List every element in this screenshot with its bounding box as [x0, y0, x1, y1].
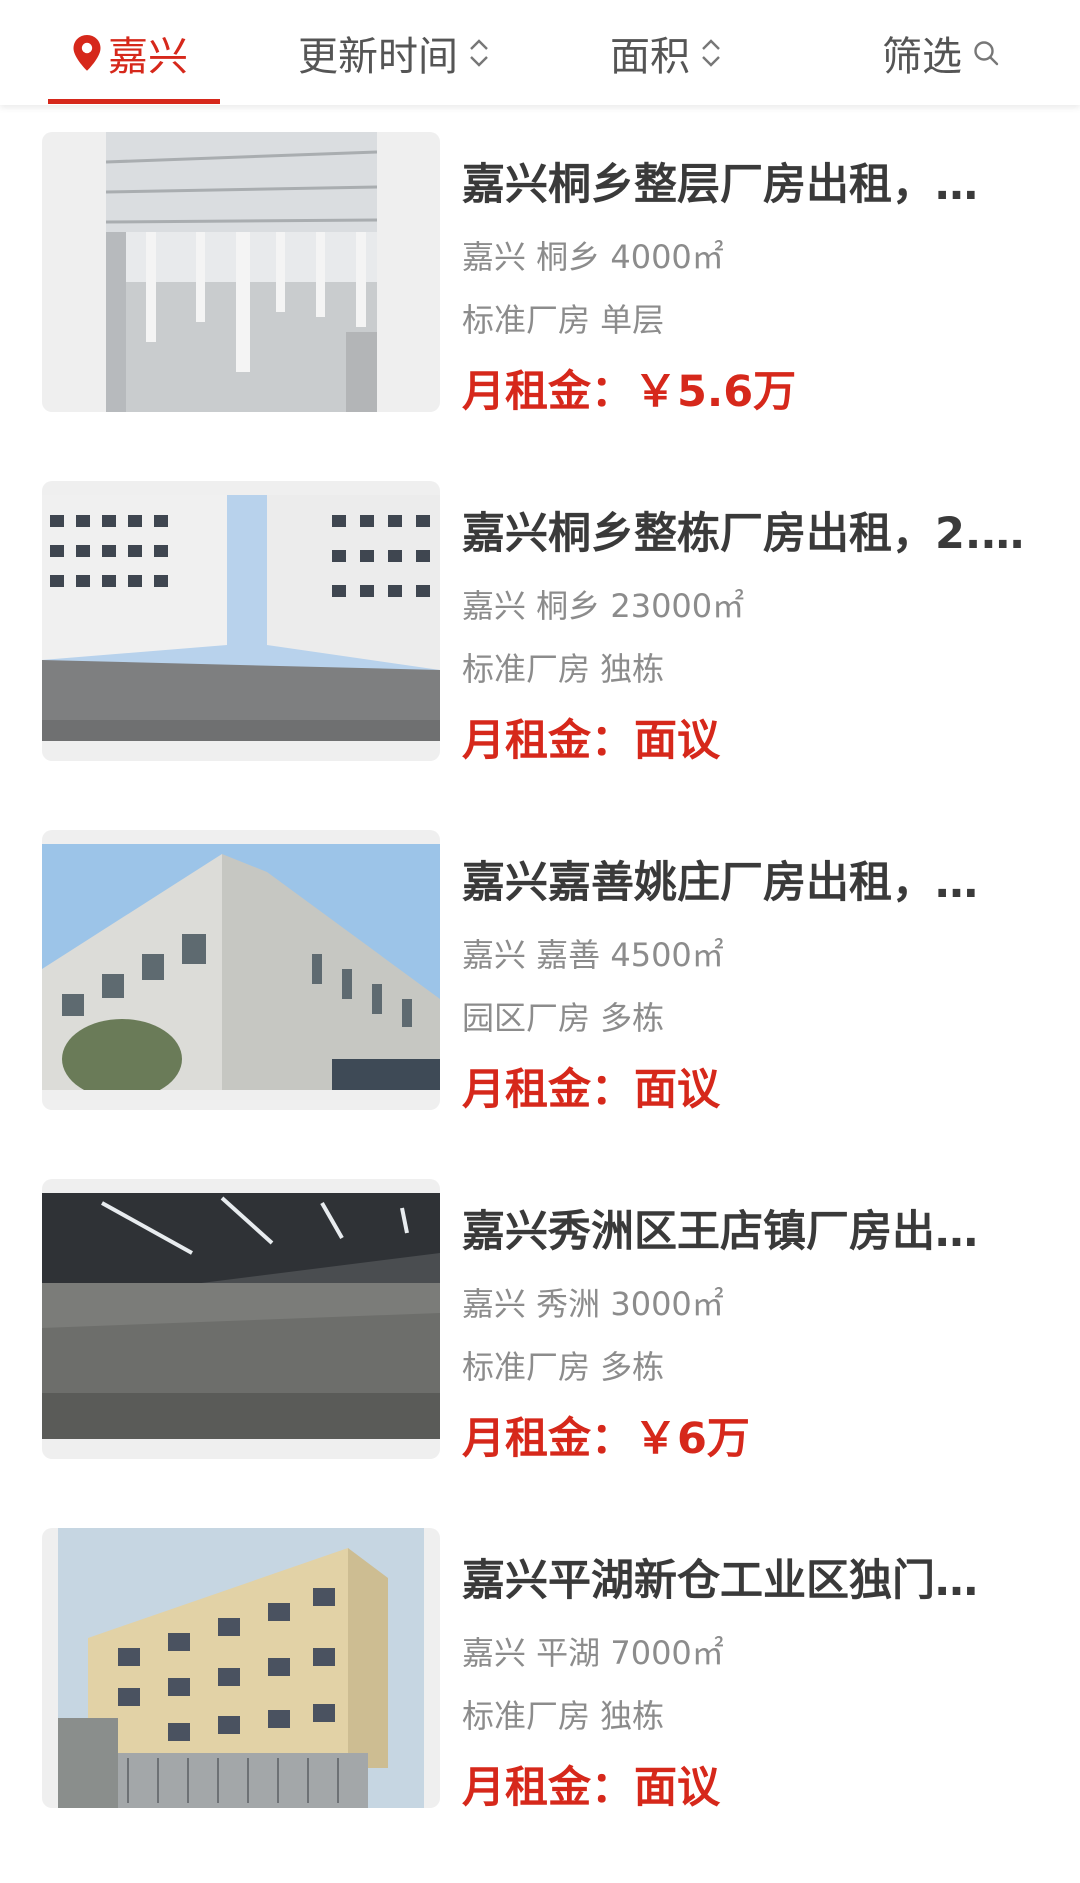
- listing-title: 嘉兴秀洲区王店镇厂房出…: [462, 1207, 978, 1257]
- filter-label: 筛选: [882, 33, 962, 80]
- listing-price: 月租金：￥6万: [462, 1404, 750, 1466]
- listing-title: 嘉兴桐乡整层厂房出租，…: [462, 160, 978, 210]
- listing-card[interactable]: 嘉兴桐乡整栋厂房出租，2.… 嘉兴 桐乡 23000㎡ 标准厂房 独栋 月租金：…: [0, 481, 1080, 781]
- search-icon: [972, 39, 1000, 67]
- listing-location: 嘉兴 桐乡 4000㎡: [462, 238, 724, 276]
- listing-photo[interactable]: [42, 1179, 440, 1459]
- listing-price: 月租金：面议: [462, 1753, 720, 1815]
- filter-button[interactable]: 筛选: [882, 0, 1000, 105]
- listing-type: 标准厂房 单层: [462, 301, 665, 339]
- warehouse-hall-photo: [42, 1193, 440, 1439]
- price-label: 月租金：: [462, 1065, 634, 1115]
- price-value: 面议: [634, 1763, 720, 1813]
- sort-updown-icon: [700, 35, 722, 71]
- price-value: 面议: [634, 716, 720, 766]
- price-value: ￥6万: [634, 1414, 750, 1464]
- listing-location: 嘉兴 嘉善 4500㎡: [462, 936, 724, 974]
- listing-photo[interactable]: [42, 481, 440, 761]
- listing-photo[interactable]: [42, 1528, 440, 1808]
- listing-card[interactable]: 嘉兴平湖新仓工业区独门… 嘉兴 平湖 7000㎡ 标准厂房 独栋 月租金：面议: [0, 1528, 1080, 1828]
- listing-title: 嘉兴桐乡整栋厂房出租，2.…: [462, 509, 1025, 559]
- sort-update-label: 更新时间: [298, 33, 458, 80]
- listing-type: 园区厂房 多栋: [462, 999, 665, 1037]
- sort-by-update-time[interactable]: 更新时间: [298, 0, 490, 105]
- price-label: 月租金：: [462, 1763, 634, 1813]
- listing-card[interactable]: 嘉兴嘉善姚庄厂房出租，… 嘉兴 嘉善 4500㎡ 园区厂房 多栋 月租金：面议: [0, 830, 1080, 1130]
- price-value: ￥5.6万: [634, 367, 797, 417]
- warehouse-interior-photo: [106, 132, 377, 412]
- price-label: 月租金：: [462, 367, 634, 417]
- listing-card[interactable]: 嘉兴秀洲区王店镇厂房出… 嘉兴 秀洲 3000㎡ 标准厂房 多栋 月租金：￥6万: [0, 1179, 1080, 1479]
- factory-buildings-photo: [42, 495, 440, 741]
- filter-bar: 嘉兴 更新时间 面积 筛选: [0, 0, 1080, 105]
- listing-title: 嘉兴平湖新仓工业区独门…: [462, 1556, 978, 1606]
- sort-updown-icon: [468, 35, 490, 71]
- map-pin-icon: [72, 34, 102, 72]
- listing-type: 标准厂房 独栋: [462, 650, 665, 688]
- listing-title: 嘉兴嘉善姚庄厂房出租，…: [462, 858, 978, 908]
- listing-location: 嘉兴 秀洲 3000㎡: [462, 1285, 724, 1323]
- city-selector[interactable]: 嘉兴: [72, 0, 188, 105]
- listing-photo[interactable]: [42, 132, 440, 412]
- factory-exterior-photo: [42, 844, 440, 1090]
- sort-by-area[interactable]: 面积: [610, 0, 722, 105]
- active-tab-indicator: [48, 99, 220, 104]
- city-label: 嘉兴: [108, 33, 188, 80]
- office-building-photo: [58, 1528, 424, 1808]
- listing-location: 嘉兴 桐乡 23000㎡: [462, 587, 745, 625]
- listing-price: 月租金：面议: [462, 706, 720, 768]
- listing-location: 嘉兴 平湖 7000㎡: [462, 1634, 724, 1672]
- listing-card[interactable]: 嘉兴桐乡整层厂房出租，… 嘉兴 桐乡 4000㎡ 标准厂房 单层 月租金：￥5.…: [0, 132, 1080, 432]
- listing-photo[interactable]: [42, 830, 440, 1110]
- listing-type: 标准厂房 独栋: [462, 1697, 665, 1735]
- price-label: 月租金：: [462, 716, 634, 766]
- listing-price: 月租金：￥5.6万: [462, 357, 796, 419]
- listing-type: 标准厂房 多栋: [462, 1348, 665, 1386]
- listing-price: 月租金：面议: [462, 1055, 720, 1117]
- price-value: 面议: [634, 1065, 720, 1115]
- sort-area-label: 面积: [610, 33, 690, 80]
- price-label: 月租金：: [462, 1414, 634, 1464]
